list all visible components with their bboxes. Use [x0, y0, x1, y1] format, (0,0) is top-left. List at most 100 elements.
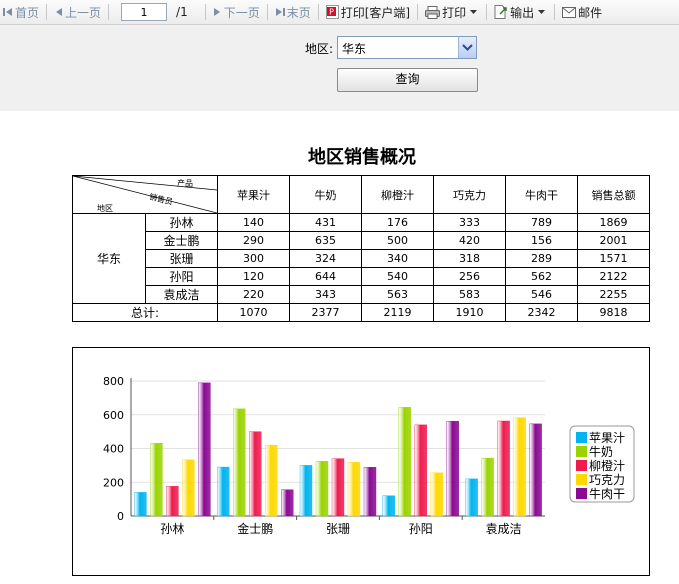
next-page-button[interactable]: 下一页	[210, 1, 263, 23]
region-select[interactable]: 华东	[337, 36, 477, 59]
value-cell: 562	[505, 267, 578, 286]
column-header: 苹果汁	[217, 175, 290, 214]
total-cell: 2377	[289, 303, 362, 322]
value-cell: 635	[289, 231, 362, 250]
export-button[interactable]: 输出	[491, 1, 550, 23]
chart-bar	[465, 478, 478, 517]
last-page-button[interactable]: 末页	[272, 1, 314, 23]
table-row: 张珊 300 324 340 318 289 1571	[73, 249, 650, 268]
column-header: 牛奶	[289, 175, 362, 214]
y-tick-label: 200	[103, 476, 124, 489]
chevron-down-icon	[538, 10, 546, 14]
filter-panel: 地区: 华东 查询	[0, 25, 679, 111]
first-page-button[interactable]: 首页	[0, 1, 42, 23]
prev-page-button[interactable]: 上一页	[51, 1, 104, 23]
chart-bar	[398, 407, 411, 517]
toolbar-divider	[486, 4, 488, 20]
chart-bar	[513, 417, 526, 517]
page-total: /1	[176, 5, 188, 19]
value-cell: 500	[361, 231, 434, 250]
report-title: 地区销售概况	[308, 147, 416, 168]
total-row: 总计: 1070 2377 2119 1910 2342 9818	[72, 303, 650, 322]
value-cell: 120	[217, 267, 290, 286]
toolbar-divider	[266, 4, 268, 20]
chart-bar	[331, 458, 345, 517]
sales-bar-chart: 0 200 400 600 800 孙林 金士鹏 张珊 孙阳 袁成洁 苹果汁牛奶柳橙汁巧克力牛肉干	[103, 375, 635, 536]
toolbar-divider	[108, 4, 110, 20]
legend-swatch	[576, 474, 587, 485]
legend-swatch	[576, 432, 587, 443]
next-page-label: 下一页	[223, 5, 260, 20]
svg-text:P: P	[329, 8, 334, 17]
legend-label: 牛奶	[589, 444, 613, 459]
value-cell: 289	[505, 249, 578, 268]
toolbar-divider	[204, 4, 206, 20]
value-cell: 156	[505, 231, 578, 250]
print-client-label: 打印[客户端]	[340, 5, 411, 20]
value-cell: 2255	[577, 285, 650, 304]
chart-bar	[299, 465, 313, 517]
toolbar-divider	[417, 4, 419, 20]
chart-bar	[481, 457, 494, 517]
region-dropdown-button[interactable]	[458, 37, 476, 58]
chart-bar	[446, 420, 459, 517]
value-cell: 644	[289, 267, 362, 286]
y-tick-label: 600	[103, 409, 124, 422]
legend-swatch	[576, 446, 587, 457]
x-tick-label: 孙阳	[409, 522, 433, 536]
region-label: 地区:	[305, 42, 334, 56]
value-cell: 318	[433, 249, 506, 268]
chart-bar	[347, 462, 361, 517]
chart-bar	[529, 423, 542, 517]
total-cell: 1910	[433, 303, 506, 322]
value-cell: 420	[433, 231, 506, 250]
print-label: 打印	[442, 5, 467, 20]
next-page-icon	[213, 8, 220, 16]
mail-icon	[562, 6, 577, 18]
total-label-cell: 总计:	[72, 303, 218, 322]
chevron-down-icon	[462, 44, 473, 51]
chart-bar	[232, 408, 246, 517]
print-button[interactable]: 打印	[422, 1, 482, 23]
chart-bar	[166, 486, 179, 517]
page-number-input[interactable]	[121, 3, 168, 21]
value-cell: 220	[217, 285, 290, 304]
sales-chart-box: 0 200 400 600 800 孙林 金士鹏 张珊 孙阳 袁成洁 苹果汁 牛奶 柳橙汁 巧克力 牛肉干	[72, 347, 650, 576]
legend-label: 苹果汁	[589, 431, 625, 445]
legend-label: 牛肉干	[589, 486, 625, 501]
value-cell: 140	[217, 213, 290, 232]
value-cell: 256	[433, 267, 506, 286]
total-cell: 9818	[577, 303, 650, 322]
table-row: 金士鹏 290 635 500 420 156 2001	[73, 231, 650, 250]
query-button[interactable]: 查询	[337, 68, 478, 92]
column-header: 销售总额	[577, 175, 650, 214]
corner-product-label: 产品	[177, 179, 193, 188]
prev-page-label: 上一页	[65, 5, 102, 20]
salesperson-cell: 张珊	[145, 249, 218, 268]
total-cell: 2119	[361, 303, 434, 322]
chart-bar	[430, 472, 443, 517]
chart-bar	[363, 467, 377, 517]
value-cell: 300	[217, 249, 290, 268]
toolbar-divider	[317, 4, 319, 20]
value-cell: 333	[433, 213, 506, 232]
print-client-button[interactable]: P 打印[客户端]	[323, 1, 413, 23]
salesperson-cell: 袁成洁	[145, 285, 218, 304]
chart-bar	[216, 466, 230, 517]
chart-bar	[134, 492, 147, 517]
mail-button[interactable]: 邮件	[559, 1, 605, 23]
pdf-icon: P	[325, 5, 339, 19]
printer-icon	[425, 5, 441, 19]
value-cell: 583	[433, 285, 506, 304]
last-page-icon	[275, 8, 285, 16]
region-cell: 华东	[72, 213, 146, 304]
chart-bar	[182, 459, 195, 517]
x-tick-label: 袁成洁	[486, 522, 522, 536]
x-tick-label: 金士鹏	[237, 521, 273, 536]
table-row: 孙阳 120 644 540 256 562 2122	[73, 267, 650, 286]
export-icon	[494, 5, 507, 19]
value-cell: 2122	[577, 267, 650, 286]
value-cell: 324	[289, 249, 362, 268]
legend-swatch	[576, 488, 587, 499]
table-row: 袁成洁 220 343 563 583 546 2255	[73, 285, 650, 304]
